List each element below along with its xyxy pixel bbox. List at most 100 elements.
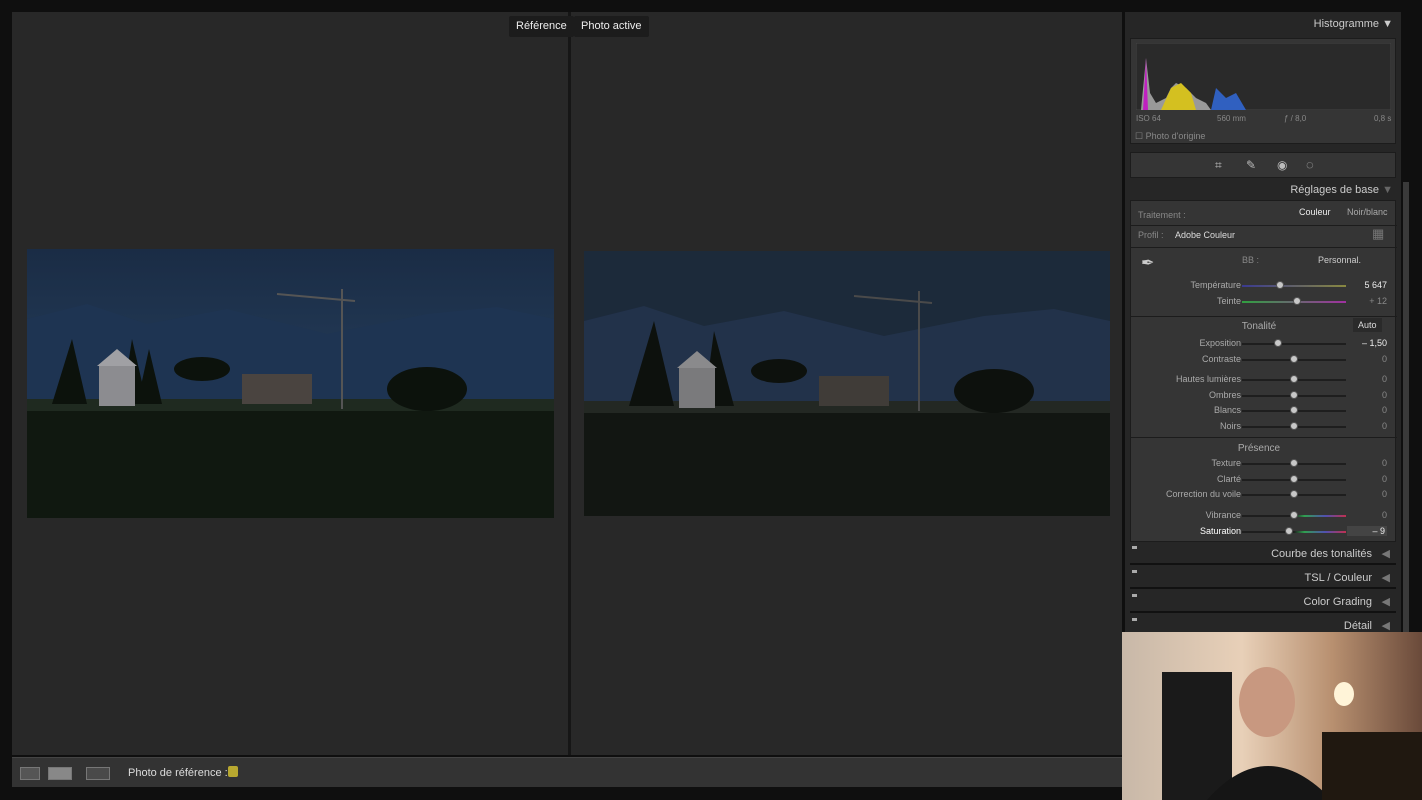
panel-scrollbar[interactable] xyxy=(1403,182,1409,632)
slider-teinte[interactable]: Teinte + 12 xyxy=(1131,295,1397,309)
healing-icon[interactable]: ✎ xyxy=(1246,158,1256,172)
bw-treatment-button[interactable]: Noir/blanc xyxy=(1347,207,1388,217)
slider-track[interactable] xyxy=(1242,297,1346,305)
slider-thumb[interactable] xyxy=(1290,490,1298,498)
slider-température[interactable]: Température 5 647 xyxy=(1131,279,1397,293)
histogram-header[interactable]: Histogramme ▼ xyxy=(1314,18,1393,30)
slider-label: Clarté xyxy=(1216,474,1241,484)
slider-track[interactable] xyxy=(1242,475,1346,483)
panel-toggle-icon[interactable] xyxy=(1132,570,1137,573)
auto-button[interactable]: Auto xyxy=(1353,318,1382,332)
shutter-readout: 0,8 s xyxy=(1374,114,1392,123)
slider-value[interactable]: 0 xyxy=(1382,458,1387,468)
slider-value[interactable]: 0 xyxy=(1382,421,1387,431)
presence-title: Présence xyxy=(1237,443,1281,454)
slider-ombres[interactable]: Ombres 0 xyxy=(1131,389,1397,403)
before-after-icon[interactable] xyxy=(48,767,72,780)
webcam-overlay xyxy=(1122,632,1422,800)
slider-thumb[interactable] xyxy=(1290,422,1298,430)
slider-label: Texture xyxy=(1211,458,1241,468)
slider-noirs[interactable]: Noirs 0 xyxy=(1131,420,1397,434)
slider-hautes-lumières[interactable]: Hautes lumières 0 xyxy=(1131,373,1397,387)
slider-correction-du-voile[interactable]: Correction du voile 0 xyxy=(1131,488,1397,502)
mask-icon[interactable]: ◌ xyxy=(1306,157,1314,172)
slider-value[interactable]: 0 xyxy=(1382,489,1387,499)
toolbar: Photo de référence : xyxy=(12,757,1122,787)
eyedropper-icon[interactable]: ✒ xyxy=(1141,253,1154,273)
active-photo[interactable] xyxy=(584,251,1110,516)
slider-track[interactable] xyxy=(1242,355,1346,363)
slider-value[interactable]: 0 xyxy=(1382,474,1387,484)
profile-browser-icon[interactable]: ▦ xyxy=(1372,226,1384,242)
slider-value[interactable]: 5 647 xyxy=(1364,280,1387,290)
active-photo-label: Photo active xyxy=(574,16,649,37)
swap-icon[interactable] xyxy=(86,767,110,780)
histogram-title: Histogramme xyxy=(1313,18,1380,30)
slider-exposition[interactable]: Exposition – 1,50 xyxy=(1131,337,1397,351)
reference-label: Référence xyxy=(509,16,574,37)
panel-toggle-icon[interactable] xyxy=(1132,546,1137,549)
reference-photo[interactable] xyxy=(27,249,554,518)
panel-toggle-icon[interactable] xyxy=(1132,594,1137,597)
slider-thumb[interactable] xyxy=(1276,281,1285,289)
panel-2[interactable]: Color Grading ◀ xyxy=(1130,591,1396,613)
slider-value[interactable]: – 1,50 xyxy=(1362,338,1387,348)
slider-thumb[interactable] xyxy=(1274,339,1283,347)
red-eye-icon[interactable]: ◉ xyxy=(1277,158,1287,172)
slider-thumb[interactable] xyxy=(1285,527,1294,535)
basic-box: Traitement : Couleur Noir/blanc Profil :… xyxy=(1130,200,1397,542)
panel-toggle-icon[interactable] xyxy=(1132,618,1137,621)
slider-blancs[interactable]: Blancs 0 xyxy=(1131,404,1397,418)
slider-label: Noirs xyxy=(1219,421,1241,431)
color-treatment-button[interactable]: Couleur xyxy=(1299,207,1331,217)
slider-track[interactable] xyxy=(1242,422,1346,430)
expand-triangle-icon: ◀ xyxy=(1381,572,1390,584)
slider-texture[interactable]: Texture 0 xyxy=(1131,457,1397,471)
slider-track[interactable] xyxy=(1242,511,1346,519)
slider-track[interactable] xyxy=(1242,375,1346,383)
slider-track[interactable] xyxy=(1242,459,1346,467)
slider-clarté[interactable]: Clarté 0 xyxy=(1131,473,1397,487)
slider-thumb[interactable] xyxy=(1290,459,1298,467)
slider-value[interactable]: 0 xyxy=(1382,374,1387,384)
original-photo-checkbox[interactable]: ☐ Photo d'origine xyxy=(1135,131,1205,142)
slider-thumb[interactable] xyxy=(1290,511,1298,519)
tone-title: Tonalité xyxy=(1241,321,1277,332)
slider-thumb[interactable] xyxy=(1290,355,1298,363)
slider-track[interactable] xyxy=(1242,391,1346,399)
slider-contraste[interactable]: Contraste 0 xyxy=(1131,353,1397,367)
profile-dropdown[interactable]: Adobe Couleur xyxy=(1175,230,1235,240)
slider-vibrance[interactable]: Vibrance 0 xyxy=(1131,509,1397,523)
slider-thumb[interactable] xyxy=(1290,406,1298,414)
slider-value[interactable]: 0 xyxy=(1382,390,1387,400)
basic-title: Réglages de base xyxy=(1290,184,1380,196)
slider-saturation[interactable]: Saturation – 9 xyxy=(1131,525,1397,539)
lock-icon[interactable] xyxy=(228,766,238,777)
slider-track[interactable] xyxy=(1242,339,1346,347)
slider-value[interactable]: 0 xyxy=(1382,510,1387,520)
slider-track[interactable] xyxy=(1242,490,1346,498)
slider-track[interactable] xyxy=(1242,281,1346,289)
slider-thumb[interactable] xyxy=(1290,391,1298,399)
slider-value[interactable]: 0 xyxy=(1382,405,1387,415)
slider-thumb[interactable] xyxy=(1290,475,1298,483)
wb-dropdown[interactable]: Personnal. xyxy=(1318,255,1361,265)
slider-value[interactable]: + 12 xyxy=(1369,296,1387,306)
panel-label: Color Grading xyxy=(1303,596,1372,608)
slider-value[interactable]: – 9 xyxy=(1347,526,1387,536)
slider-label: Saturation xyxy=(1199,526,1241,536)
original-photo-label: Photo d'origine xyxy=(1145,131,1206,141)
panel-0[interactable]: Courbe des tonalités ◀ xyxy=(1130,543,1396,565)
histogram-graph xyxy=(1136,43,1391,110)
treatment-label: Traitement : xyxy=(1138,210,1186,220)
crop-icon[interactable]: ⌗ xyxy=(1215,158,1222,173)
slider-thumb[interactable] xyxy=(1293,297,1302,305)
slider-value[interactable]: 0 xyxy=(1382,354,1387,364)
slider-track[interactable] xyxy=(1242,406,1346,414)
develop-panel: Histogramme ▼ ISO 64 560 mm ƒ / 8,0 0,8 … xyxy=(1125,12,1409,637)
slider-thumb[interactable] xyxy=(1290,375,1298,383)
basic-header[interactable]: Réglages de base ▼ xyxy=(1290,184,1393,196)
panel-1[interactable]: TSL / Couleur ◀ xyxy=(1130,567,1396,589)
loupe-icon[interactable] xyxy=(20,767,40,780)
slider-track[interactable] xyxy=(1242,527,1346,535)
